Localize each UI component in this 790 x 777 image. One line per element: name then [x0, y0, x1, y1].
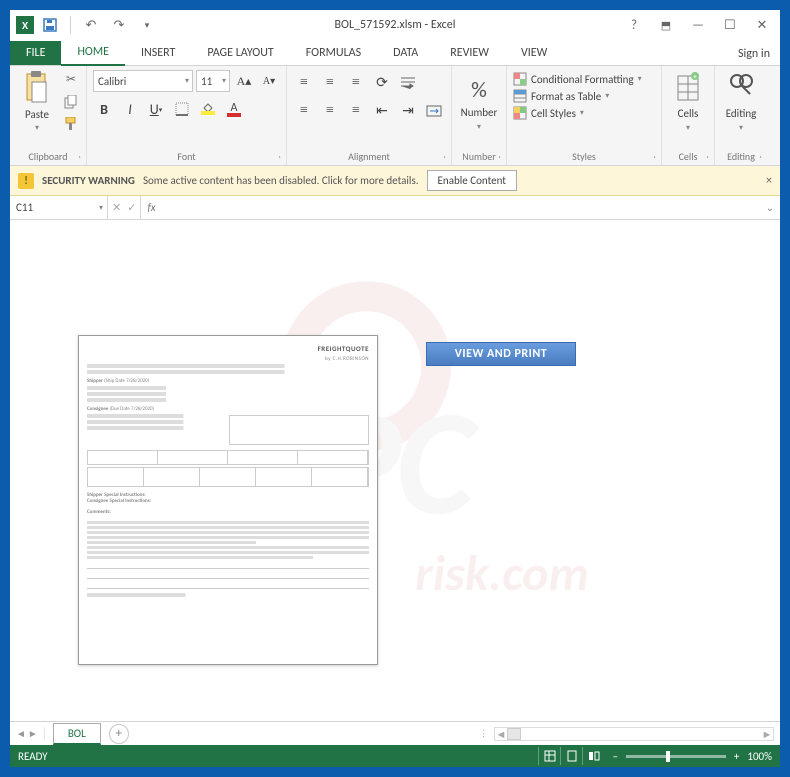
align-bottom-icon[interactable]: ≡: [345, 72, 367, 94]
horizontal-scrollbar[interactable]: ◄►: [494, 727, 774, 741]
close-icon[interactable]: ✕: [748, 14, 776, 36]
tab-formulas[interactable]: FORMULAS: [290, 41, 377, 65]
sheet-tab-bar: ◄ ► BOL + ⋮ ◄►: [10, 721, 780, 745]
group-clipboard: Clipboard: [16, 147, 80, 163]
tab-page-layout[interactable]: PAGE LAYOUT: [191, 41, 289, 65]
italic-button[interactable]: I: [119, 98, 141, 120]
sheet-tab-bol[interactable]: BOL: [53, 723, 101, 745]
copy-icon[interactable]: [62, 93, 80, 111]
decrease-indent-icon[interactable]: ⇤: [371, 100, 393, 122]
borders-icon[interactable]: [171, 98, 193, 120]
orientation-icon[interactable]: ⟳: [371, 72, 393, 94]
warning-text: Some active content has been disabled. C…: [143, 174, 419, 187]
zoom-slider[interactable]: [626, 755, 726, 758]
formula-enter-icon[interactable]: ✓: [127, 201, 136, 214]
new-sheet-button[interactable]: +: [109, 724, 129, 744]
align-left-icon[interactable]: ≡: [293, 100, 315, 122]
fill-color-icon[interactable]: [197, 98, 219, 120]
zoom-out-button[interactable]: –: [612, 750, 617, 763]
cell-styles-button[interactable]: Cell Styles ▾: [513, 106, 655, 120]
redo-icon[interactable]: ↷: [107, 13, 131, 37]
merge-cells-icon[interactable]: [423, 100, 445, 122]
window-title: BOL_571592.xlsm - Excel: [335, 18, 456, 32]
increase-indent-icon[interactable]: ⇥: [397, 100, 419, 122]
increase-font-icon[interactable]: A▴: [233, 70, 255, 92]
align-top-icon[interactable]: ≡: [293, 72, 315, 94]
sheet-nav-prev-icon[interactable]: ◄: [16, 727, 26, 740]
conditional-formatting-button[interactable]: Conditional Formatting ▾: [513, 72, 655, 86]
sheet-nav-next-icon[interactable]: ►: [28, 727, 38, 740]
group-editing: Editing: [721, 147, 761, 163]
group-styles: Styles: [513, 147, 655, 163]
save-icon[interactable]: [38, 13, 62, 37]
enable-content-button[interactable]: Enable Content: [427, 170, 517, 191]
embedded-document-preview: FREIGHTQUOTEby C.H.ROBINSON Shipper (Shi…: [78, 335, 378, 665]
maximize-icon[interactable]: ☐: [716, 14, 744, 36]
fx-icon[interactable]: fx: [141, 201, 161, 214]
zoom-in-button[interactable]: +: [734, 750, 739, 763]
warning-icon: !: [18, 173, 34, 189]
undo-icon[interactable]: ↶: [79, 13, 103, 37]
bold-button[interactable]: B: [93, 98, 115, 120]
paste-button[interactable]: Paste ▾: [16, 70, 58, 133]
format-as-table-button[interactable]: Format as Table ▾: [513, 89, 655, 103]
group-font: Font: [93, 147, 280, 163]
format-painter-icon[interactable]: [62, 115, 80, 133]
warning-title: SECURITY WARNING: [42, 174, 135, 187]
group-number: Number: [458, 147, 500, 163]
svg-text:+: +: [693, 72, 697, 82]
expand-formula-bar-icon[interactable]: ⌄: [760, 201, 780, 214]
tab-insert[interactable]: INSERT: [125, 41, 191, 65]
sign-in-link[interactable]: Sign in: [728, 43, 780, 65]
font-color-icon[interactable]: A: [223, 98, 245, 120]
page-layout-view-icon[interactable]: [560, 747, 582, 765]
ribbon: Paste ▾ ✂ Clipboard Calibri 11 A▴ A▾: [10, 66, 780, 166]
tab-file[interactable]: FILE: [10, 41, 61, 65]
cells-button[interactable]: + Cells ▾: [668, 70, 708, 133]
worksheet-area[interactable]: PC risk.com FREIGHTQUOTEby C.H.ROBINSON …: [10, 220, 780, 721]
align-right-icon[interactable]: ≡: [345, 100, 367, 122]
ribbon-tabs: FILE HOME INSERT PAGE LAYOUT FORMULAS DA…: [10, 40, 780, 66]
warning-close-icon[interactable]: ×: [766, 174, 772, 188]
group-cells: Cells: [668, 147, 708, 163]
status-ready: READY: [18, 750, 48, 763]
group-alignment: Alignment: [293, 147, 445, 163]
minimize-icon[interactable]: —: [684, 14, 712, 36]
underline-button[interactable]: U▾: [145, 98, 167, 120]
zoom-level[interactable]: 100%: [747, 750, 772, 763]
number-format-button[interactable]: % Number ▾: [458, 70, 500, 132]
view-and-print-button[interactable]: VIEW AND PRINT: [426, 342, 576, 366]
percent-icon: %: [471, 76, 487, 103]
title-bar: X ↶ ↷ ▾ BOL_571592.xlsm - Excel ? ⬒ — ☐ …: [10, 10, 780, 40]
decrease-font-icon[interactable]: A▾: [258, 70, 280, 92]
help-icon[interactable]: ?: [620, 14, 648, 36]
formula-cancel-icon[interactable]: ✕: [112, 201, 121, 214]
security-warning-bar: ! SECURITY WARNING Some active content h…: [10, 166, 780, 196]
align-middle-icon[interactable]: ≡: [319, 72, 341, 94]
normal-view-icon[interactable]: [538, 747, 560, 765]
name-box[interactable]: C11: [10, 196, 108, 219]
wrap-text-icon[interactable]: [397, 72, 419, 94]
tab-view[interactable]: VIEW: [505, 41, 563, 65]
font-size-combo[interactable]: 11: [196, 70, 230, 92]
tab-data[interactable]: DATA: [377, 41, 434, 65]
editing-button[interactable]: Editing ▾: [721, 70, 761, 133]
formula-bar: C11 ✕ ✓ fx ⌄: [10, 196, 780, 220]
qat-customize-icon[interactable]: ▾: [135, 13, 159, 37]
status-bar: READY – + 100%: [10, 745, 780, 767]
page-break-view-icon[interactable]: [582, 747, 604, 765]
font-name-combo[interactable]: Calibri: [93, 70, 193, 92]
cut-icon[interactable]: ✂: [62, 71, 80, 89]
align-center-icon[interactable]: ≡: [319, 100, 341, 122]
tab-review[interactable]: REVIEW: [434, 41, 505, 65]
ribbon-display-icon[interactable]: ⬒: [652, 14, 680, 36]
tab-home[interactable]: HOME: [61, 40, 125, 66]
excel-icon: X: [16, 16, 34, 34]
